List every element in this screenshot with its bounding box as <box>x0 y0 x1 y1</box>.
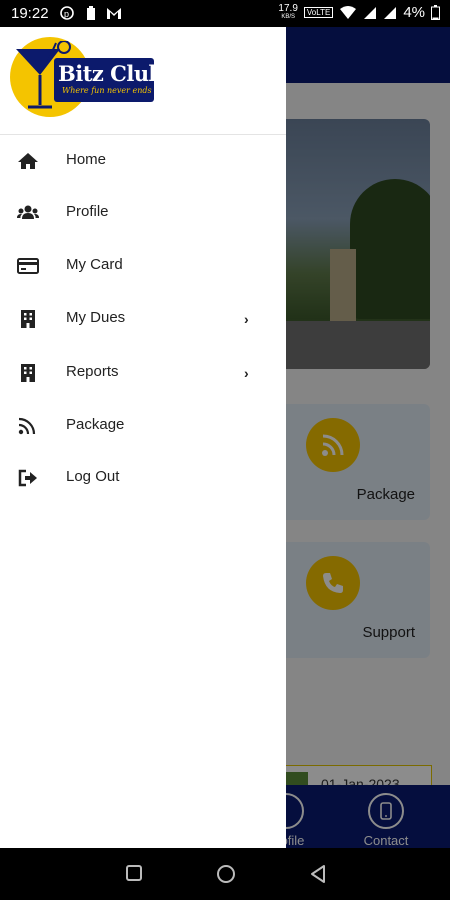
status-bar: 19:22 p 17.9 KB/S VoLTE 4% <box>0 0 450 27</box>
status-time: 19:22 <box>11 5 49 22</box>
rss-icon <box>18 417 36 435</box>
users-icon <box>17 205 39 219</box>
network-speed: 17.9 KB/S <box>278 2 298 20</box>
wifi-icon <box>340 5 357 19</box>
drawer-header: Bitz Club Where fun never ends <box>0 27 286 135</box>
battery-saver-icon <box>87 6 95 20</box>
battery-icon <box>431 5 440 20</box>
building-icon <box>21 310 35 328</box>
signal-icon-2 <box>384 6 397 19</box>
navigation-drawer: Bitz Club Where fun never ends Home Prof… <box>0 27 286 848</box>
system-navigation-bar <box>0 848 450 900</box>
battery-percent: 4% <box>403 4 425 21</box>
menu-item-my-card[interactable]: My Card <box>0 240 286 292</box>
menu-label-my-card: My Card <box>66 256 123 273</box>
svg-text:p: p <box>64 9 69 19</box>
menu-label-reports: Reports <box>66 363 119 380</box>
volte-badge: VoLTE <box>303 7 334 18</box>
menu-item-package[interactable]: Package <box>0 400 286 452</box>
back-button[interactable] <box>309 864 327 884</box>
app-screen: Package Support 01-Jan-2023 Profile Cont… <box>0 27 450 848</box>
menu-item-profile[interactable]: Profile <box>0 187 286 239</box>
menu-label-log-out: Log Out <box>66 468 120 485</box>
logo-title: Bitz Club <box>58 61 163 86</box>
sync-icon: p <box>60 6 74 20</box>
menu-item-reports[interactable]: Reports › <box>0 347 286 399</box>
gmail-icon <box>107 8 121 19</box>
menu-label-my-dues: My Dues <box>66 309 126 326</box>
logo-plate: Bitz Club Where fun never ends <box>54 58 163 102</box>
logo-tagline: Where fun never ends <box>62 86 152 95</box>
recents-button[interactable] <box>125 864 143 882</box>
sign-out-icon <box>18 469 37 487</box>
menu-item-log-out[interactable]: Log Out <box>0 452 286 504</box>
home-button[interactable] <box>216 864 236 884</box>
home-icon <box>18 153 38 169</box>
signal-icon <box>364 6 377 19</box>
menu-item-home[interactable]: Home <box>0 135 286 187</box>
menu-label-package: Package <box>66 416 125 433</box>
chevron-right-icon: › <box>244 311 249 327</box>
chevron-right-icon: › <box>244 365 249 381</box>
building-icon <box>21 364 35 382</box>
credit-card-icon <box>17 258 39 274</box>
menu-item-my-dues[interactable]: My Dues › <box>0 293 286 345</box>
menu-label-home: Home <box>66 151 107 168</box>
menu-label-profile: Profile <box>66 203 109 220</box>
